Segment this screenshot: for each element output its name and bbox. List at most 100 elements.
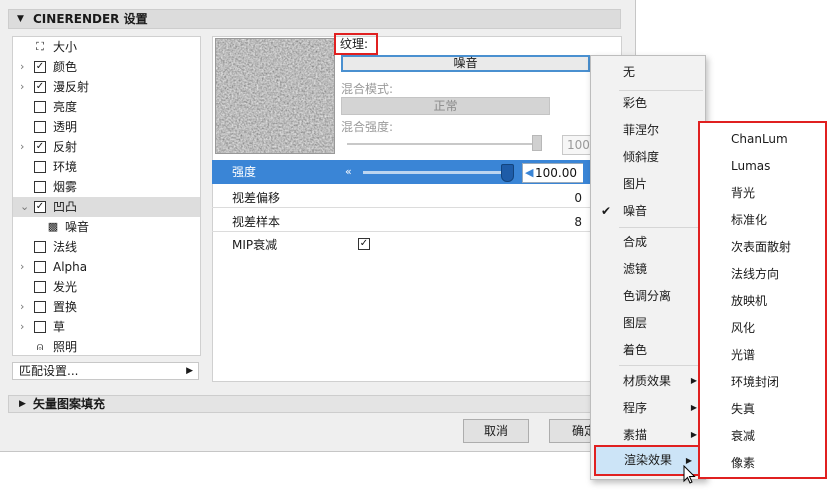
tree-item-alpha[interactable]: › Alpha [13, 257, 200, 277]
chevron-right-icon[interactable]: › [20, 77, 24, 97]
parallax-samples-value[interactable]: 8 [574, 212, 582, 232]
channel-tree: ⛶ 大小 › ✓ 颜色 › ✓ 漫反射 亮度 透明 › ✓ 反射 环境 烟雾 ⌄… [12, 36, 201, 356]
blend-strength-slider-handle[interactable] [532, 135, 542, 151]
strength-slider-track[interactable] [363, 171, 508, 174]
blend-strength-slider-track[interactable] [347, 143, 537, 145]
tree-item-illumination[interactable]: ⍝ 照明 [13, 337, 200, 357]
chevron-right-icon[interactable]: › [20, 257, 24, 277]
tree-item-transparency[interactable]: 透明 [13, 117, 200, 137]
menu-item-color[interactable]: 彩色 [591, 93, 705, 113]
tree-item-grass[interactable]: › 草 [13, 317, 200, 337]
menu-item-layer[interactable]: 图层 [591, 313, 705, 333]
menu-item-gradient[interactable]: 倾斜度 [591, 147, 705, 167]
tree-item-normal[interactable]: 法线 [13, 237, 200, 257]
match-settings-dropdown[interactable]: 匹配设置... ▶ [12, 362, 199, 380]
checkbox-checked[interactable]: ✓ [34, 81, 46, 93]
tree-item-label: 亮度 [53, 100, 78, 114]
parallax-samples-row[interactable]: 视差样本 8 [212, 212, 590, 232]
menu-item-filter[interactable]: 滤镜 [591, 259, 705, 279]
menu-separator [619, 365, 703, 366]
menu-item-material-effects-label: 材质效果 [623, 374, 672, 388]
submenu-item-normalize[interactable]: 标准化 [700, 210, 825, 230]
tree-item-noise[interactable]: ▩ 噪音 [13, 217, 200, 237]
blend-mode-dropdown[interactable]: 正常 [341, 97, 550, 115]
submenu-item-lumas[interactable]: Lumas [700, 156, 825, 176]
checkbox-checked[interactable]: ✓ [34, 201, 46, 213]
strength-slider-handle[interactable] [501, 164, 514, 182]
mip-falloff-checkbox[interactable]: ✓ [358, 238, 370, 250]
expand-triangle-icon[interactable]: ▶ [19, 396, 26, 412]
menu-item-material-effects[interactable]: 材质效果 ▶ [591, 371, 705, 391]
parallax-offset-value[interactable]: 0 [574, 188, 582, 208]
tree-item-environment[interactable]: 环境 [13, 157, 200, 177]
collapse-triangle-icon[interactable]: ▼ [17, 10, 24, 28]
menu-item-procedural-label: 程序 [623, 401, 648, 415]
menu-item-composite[interactable]: 合成 [591, 232, 705, 252]
tree-item-size[interactable]: ⛶ 大小 [13, 37, 200, 57]
checkbox-unchecked[interactable] [34, 281, 46, 293]
submenu-item-pixel[interactable]: 像素 [700, 453, 825, 473]
mip-falloff-label: MIP衰减 [232, 238, 278, 252]
section-title: CINERENDER 设置 [33, 12, 148, 26]
menu-item-procedural[interactable]: 程序 ▶ [591, 398, 705, 418]
tree-item-diffuse[interactable]: › ✓ 漫反射 [13, 77, 200, 97]
submenu-item-projector[interactable]: 放映机 [700, 291, 825, 311]
menu-item-sketch[interactable]: 素描 ▶ [591, 425, 705, 445]
checkbox-checked[interactable]: ✓ [34, 61, 46, 73]
checkbox-unchecked[interactable] [34, 241, 46, 253]
decrease-icon[interactable]: « [345, 160, 352, 184]
tree-item-bump[interactable]: ⌄ ✓ 凹凸 [13, 197, 200, 217]
parallax-offset-row[interactable]: 视差偏移 0 [212, 188, 590, 208]
tree-item-label: 大小 [53, 40, 78, 54]
checkbox-unchecked[interactable] [34, 181, 46, 193]
submenu-item-ambient-occlusion[interactable]: 环境封闭 [700, 372, 825, 392]
checkbox-unchecked[interactable] [34, 101, 46, 113]
chevron-down-icon[interactable]: ⌄ [20, 197, 29, 217]
menu-item-noise[interactable]: ✔ 噪音 [591, 201, 705, 221]
blend-strength-value[interactable]: 100.0 [562, 135, 592, 155]
checkbox-unchecked[interactable] [34, 161, 46, 173]
tree-item-label: 颜色 [53, 60, 78, 74]
submenu-item-chanlum[interactable]: ChanLum [700, 129, 825, 149]
tree-item-fog[interactable]: 烟雾 [13, 177, 200, 197]
checkbox-checked[interactable]: ✓ [34, 141, 46, 153]
checkbox-unchecked[interactable] [34, 301, 46, 313]
submenu-item-distorter[interactable]: 失真 [700, 399, 825, 419]
cinerender-section-header[interactable]: ▼ CINERENDER 设置 [8, 9, 621, 29]
vector-section-title: 矢量图案填充 [33, 397, 106, 411]
step-left-icon[interactable]: ◀ [525, 164, 533, 182]
submenu-item-falloff[interactable]: 衰减 [700, 426, 825, 446]
chevron-right-icon[interactable]: › [20, 137, 24, 157]
tree-item-luminance[interactable]: 亮度 [13, 97, 200, 117]
menu-item-image[interactable]: 图片 [591, 174, 705, 194]
submenu-item-weathering[interactable]: 风化 [700, 318, 825, 338]
chevron-right-icon[interactable]: › [20, 57, 24, 77]
tree-item-label: 凹凸 [53, 200, 78, 214]
tree-item-color[interactable]: › ✓ 颜色 [13, 57, 200, 77]
checkbox-unchecked[interactable] [34, 121, 46, 133]
checkbox-unchecked[interactable] [34, 321, 46, 333]
menu-item-sketch-label: 素描 [623, 428, 648, 442]
submenu-item-backlight[interactable]: 背光 [700, 183, 825, 203]
tree-item-label: 法线 [53, 240, 78, 254]
submenu-item-spectral[interactable]: 光谱 [700, 345, 825, 365]
vector-hatching-section-header[interactable]: ▶ 矢量图案填充 [8, 395, 621, 413]
cancel-button[interactable]: 取消 [463, 419, 529, 443]
chevron-right-icon[interactable]: › [20, 317, 24, 337]
tree-item-reflection[interactable]: › ✓ 反射 [13, 137, 200, 157]
strength-value-input[interactable]: ◀ 100.00 [522, 163, 584, 183]
submenu-item-normal-direction[interactable]: 法线方向 [700, 264, 825, 284]
tree-item-displacement[interactable]: › 置换 [13, 297, 200, 317]
noise-texture-preview [215, 38, 335, 154]
texture-type-button[interactable]: 噪音 [341, 55, 590, 72]
parallax-samples-label: 视差样本 [232, 215, 281, 229]
tree-item-label: 照明 [53, 340, 78, 354]
menu-item-posterize[interactable]: 色调分离 [591, 286, 705, 306]
menu-item-fresnel[interactable]: 菲涅尔 [591, 120, 705, 140]
menu-item-none[interactable]: 无 [591, 62, 705, 82]
chevron-right-icon[interactable]: › [20, 297, 24, 317]
menu-item-shader[interactable]: 着色 [591, 340, 705, 360]
submenu-item-subsurface-scattering[interactable]: 次表面散射 [700, 237, 825, 257]
checkbox-unchecked[interactable] [34, 261, 46, 273]
tree-item-glow[interactable]: 发光 [13, 277, 200, 297]
